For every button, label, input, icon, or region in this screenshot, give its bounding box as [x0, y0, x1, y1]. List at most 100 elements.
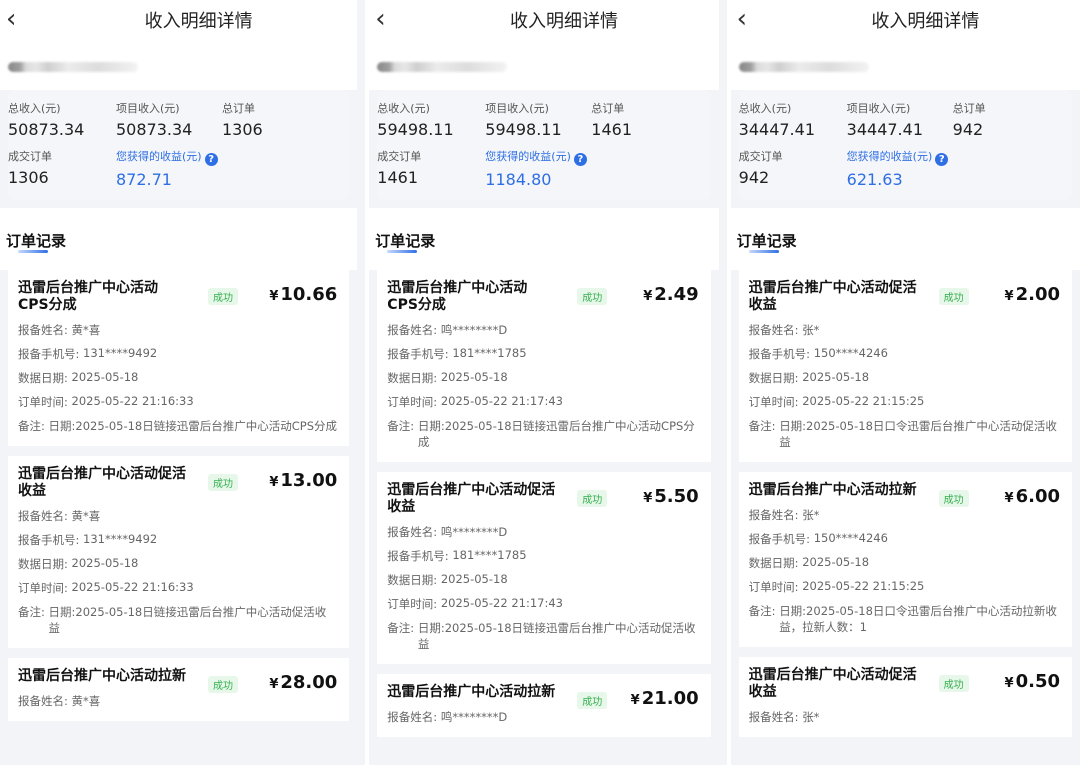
amount-value: 0.50 — [1015, 671, 1061, 692]
stat-value: 942 — [952, 120, 984, 139]
stat-value: 50873.34 — [8, 120, 85, 139]
stat-label: 总订单 — [222, 102, 255, 115]
stats-panel: 总收入(元) 50873.34 项目收入(元) 50873.34 总订单 1306 成交订单… — [8, 90, 350, 200]
stats-panel: 总收入(元) 59498.11 项目收入(元) 59498.11 总订单 1461 成交订单… — [377, 90, 711, 200]
back-arrow-icon[interactable]: ‹ — [6, 4, 16, 34]
help-icon[interactable]: ? — [204, 153, 218, 166]
data-date-value: 2025-05-18 — [71, 370, 139, 384]
order-name: 迅雷后台推广中心活动CPS分成 — [18, 280, 158, 313]
order-time-value: 2025-05-22 21:17:43 — [440, 596, 563, 610]
order-card[interactable]: 迅雷后台推广中心活动促活收益 成功 ¥5.50 报备姓名: 鸣********D 报备手… — [377, 472, 711, 664]
reporter-name-value: 张* — [802, 508, 820, 522]
data-date-row: 数据日期: 2025-05-18 — [18, 370, 337, 386]
stat-total-income: 总收入(元) 34447.41 — [739, 100, 815, 139]
reporter-phone-value: 150****4246 — [813, 346, 888, 360]
data-date-row: 数据日期: 2025-05-18 — [387, 370, 698, 386]
stat-label: 总订单 — [952, 102, 986, 115]
order-amount: ¥6.00 — [1005, 486, 1060, 507]
stat-deal-orders: 成交订单 1461 — [377, 148, 421, 187]
order-card[interactable]: 迅雷后台推广中心活动CPS分成 成功 ¥2.49 报备姓名: 鸣********D 报备… — [377, 270, 711, 462]
back-arrow-icon[interactable]: ‹ — [737, 4, 747, 34]
data-date-value: 2025-05-18 — [71, 556, 139, 570]
reporter-name-row: 报备姓名: 鸣********D — [387, 524, 698, 540]
order-name: 迅雷后台推广中心活动CPS分成 — [387, 280, 528, 313]
reporter-phone-label: 报备手机号: — [18, 533, 80, 547]
order-note-row: 备注: 日期:2025-05-18日口令迅雷后台推广中心活动拉新收益，拉新人数：… — [749, 603, 1060, 635]
stat-earnings: 您获得的收益(元)? 621.63 — [847, 148, 949, 189]
stat-value: 621.63 — [846, 170, 903, 189]
stat-project-income: 项目收入(元) 59498.11 — [485, 100, 561, 139]
reporter-phone-value: 131****9492 — [83, 346, 158, 360]
blurred-text — [377, 62, 508, 72]
stat-value: 1306 — [222, 120, 263, 139]
stat-label: 总收入(元) — [8, 102, 61, 115]
order-card[interactable]: 迅雷后台推广中心活动促活收益 成功 ¥0.50 报备姓名: 张* — [738, 657, 1073, 737]
order-time-row: 订单时间: 2025-05-22 21:17:43 — [387, 394, 698, 410]
reporter-name-value: 张* — [802, 323, 820, 337]
currency-symbol: ¥ — [269, 475, 279, 490]
stat-label: 项目收入(元) — [485, 102, 549, 115]
back-arrow-icon[interactable]: ‹ — [375, 4, 385, 34]
reporter-name-value: 黄*喜 — [71, 694, 101, 708]
stat-value: 59498.11 — [377, 120, 454, 139]
order-note-value: 日期:2025-05-18日链接迅雷后台推广中心活动CPS分成 — [48, 419, 338, 433]
reporter-name-label: 报备姓名: — [18, 323, 68, 337]
order-card[interactable]: 迅雷后台推广中心活动促活收益 成功 ¥2.00 报备姓名: 张* 报备手机号: 150*… — [738, 270, 1073, 462]
stat-label: 总订单 — [591, 102, 625, 115]
order-time-value: 2025-05-22 21:16:33 — [71, 580, 194, 594]
help-icon[interactable]: ? — [935, 153, 949, 166]
order-amount: ¥21.00 — [631, 688, 699, 709]
order-name: 迅雷后台推广中心活动促活收益 — [748, 667, 917, 700]
reporter-phone-row: 报备手机号: 131****9492 — [18, 346, 337, 362]
blurred-text — [8, 62, 138, 72]
order-note-row: 备注: 日期:2025-05-18日链接迅雷后台推广中心活动CPS分成 — [387, 418, 698, 450]
data-date-label: 数据日期: — [387, 371, 438, 385]
stat-label: 总收入(元) — [738, 102, 792, 115]
reporter-phone-value: 181****1785 — [452, 346, 527, 360]
order-card[interactable]: 迅雷后台推广中心活动拉新 成功 ¥28.00 报备姓名: 黄*喜 — [8, 658, 350, 721]
data-date-label: 数据日期: — [748, 556, 799, 570]
order-time-value: 2025-05-22 21:17:43 — [440, 394, 563, 408]
reporter-name-row: 报备姓名: 鸣********D — [387, 709, 698, 725]
data-date-label: 数据日期: — [18, 557, 68, 571]
reporter-name-label: 报备姓名: — [748, 710, 799, 724]
screens-container: ‹ 收入明细详情 总收入(元) 50873.34 项目收入(元) 50873.34 总订单 1… — [0, 0, 1080, 765]
order-note-row: 备注: 日期:2025-05-18日链接迅雷后台推广中心活动CPS分成 — [18, 418, 337, 434]
reporter-name-label: 报备姓名: — [18, 694, 68, 708]
stat-value: 942 — [738, 168, 770, 187]
data-date-row: 数据日期: 2025-05-18 — [387, 572, 698, 588]
currency-symbol: ¥ — [643, 491, 653, 506]
help-icon[interactable]: ? — [573, 153, 587, 166]
stat-value: 872.71 — [116, 170, 172, 189]
stat-label: 项目收入(元) — [846, 102, 911, 115]
order-time-row: 订单时间: 2025-05-22 21:15:25 — [749, 394, 1060, 410]
reporter-name-value: 黄*喜 — [71, 323, 101, 337]
stat-value: 34447.41 — [738, 120, 815, 139]
order-time-label: 订单时间: — [748, 395, 799, 409]
order-card[interactable]: 迅雷后台推广中心活动CPS分成 成功 ¥10.66 报备姓名: 黄*喜 报备手机号: 1… — [8, 270, 350, 446]
reporter-name-value: 黄*喜 — [71, 509, 101, 523]
reporter-phone-label: 报备手机号: — [748, 532, 811, 546]
stat-project-income: 项目收入(元) 50873.34 — [116, 100, 192, 139]
data-date-value: 2025-05-18 — [440, 370, 508, 384]
order-time-label: 订单时间: — [18, 395, 68, 409]
reporter-phone-row: 报备手机号: 181****1785 — [387, 346, 698, 362]
order-card[interactable]: 迅雷后台推广中心活动拉新 成功 ¥21.00 报备姓名: 鸣********D — [377, 674, 711, 737]
status-badge: 成功 — [577, 692, 608, 709]
order-note-row: 备注: 日期:2025-05-18日链接迅雷后台推广中心活动促活收益 — [18, 604, 337, 636]
stat-label: 您获得的收益(元)? — [485, 148, 587, 166]
order-note-label: 备注: — [387, 419, 415, 433]
data-date-label: 数据日期: — [387, 573, 438, 587]
order-card[interactable]: 迅雷后台推广中心活动拉新 成功 ¥6.00 报备姓名: 张* 报备手机号: 150***… — [738, 472, 1073, 647]
masked-account-info — [369, 40, 719, 90]
order-name: 迅雷后台推广中心活动促活收益 — [748, 280, 917, 313]
status-badge: 成功 — [208, 288, 238, 305]
order-card[interactable]: 迅雷后台推广中心活动促活收益 成功 ¥13.00 报备姓名: 黄*喜 报备手机号: 13… — [8, 456, 350, 648]
status-badge: 成功 — [208, 676, 238, 693]
order-amount: ¥0.50 — [1005, 671, 1060, 692]
page-title: 收入明细详情 — [509, 11, 618, 32]
order-records-header: 订单记录 — [369, 208, 719, 270]
stat-value: 50873.34 — [116, 120, 193, 139]
amount-value: 13.00 — [280, 470, 338, 491]
reporter-name-label: 报备姓名: — [387, 710, 438, 724]
